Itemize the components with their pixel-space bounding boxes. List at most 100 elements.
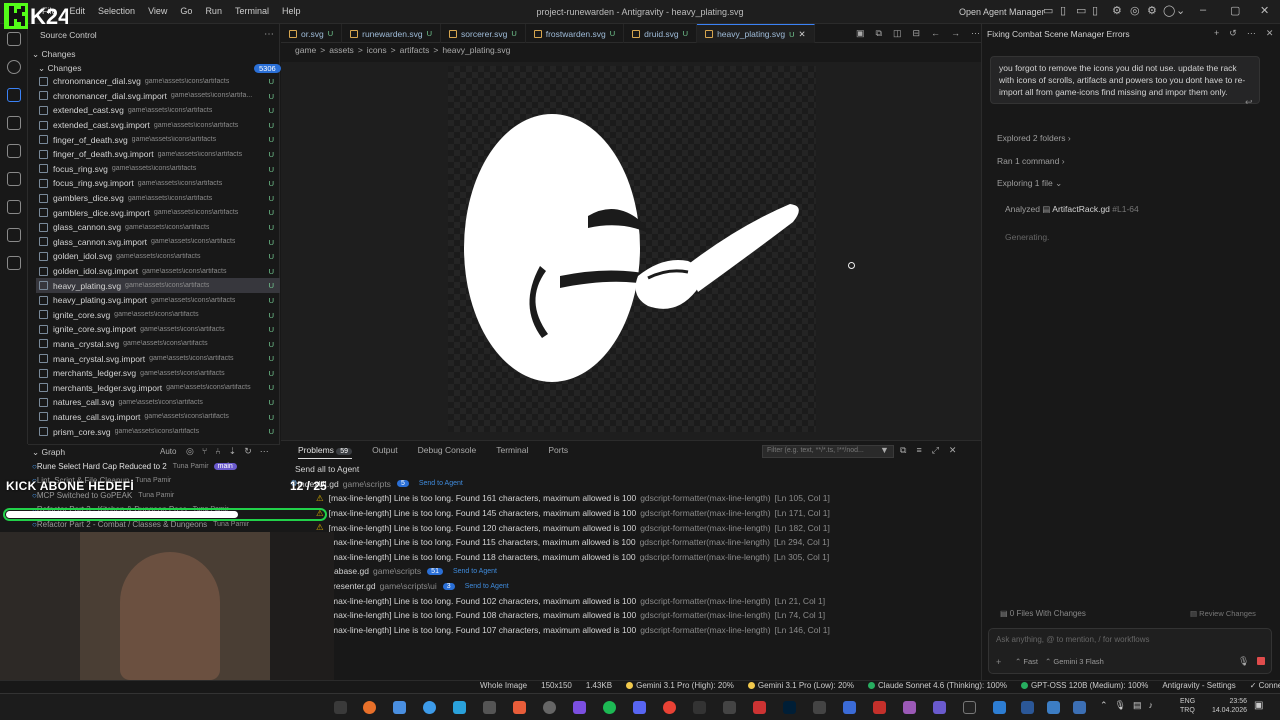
send-to-agent-link[interactable]: Send to Agent [419,480,463,487]
changed-file-row[interactable]: focus_ring.svg game\assets\icons\artifact… [36,162,280,177]
model-selector[interactable]: ⌃ Gemini 3 Flash [1045,657,1104,666]
tab-ports[interactable]: Ports [548,445,568,459]
tab-problems[interactable]: Problems 59 [298,445,353,459]
menu-item-help[interactable]: Help [282,6,301,16]
close-tab-icon[interactable]: ✕ [799,29,806,40]
secondary-sidebar-icon[interactable]: ▯ [1092,4,1098,17]
firefox-icon[interactable] [363,701,376,714]
problem-file-group[interactable]: ⚙ ContentPresenter.gdgame\scripts\ui3Sen… [290,579,970,594]
menu-item-view[interactable]: View [148,6,167,16]
graph-auto-toggle[interactable]: Auto [160,447,176,456]
editor-tab[interactable]: sorcerer.svg U [441,24,526,43]
step-ran-command[interactable]: Ran 1 command › [997,156,1065,166]
changed-file-row[interactable]: ignite_core.svg.import game\assets\icons\… [36,322,280,337]
branch-icon[interactable]: ⑂ [202,446,207,457]
refresh-icon[interactable]: ↻ [244,446,252,457]
minimize-icon[interactable]: – [1200,4,1206,16]
problem-file-group[interactable]: ⚙ IndexUI.gd game\scripts 5 Send to Agent [290,477,970,492]
godot-icon[interactable] [7,228,21,242]
steam-icon[interactable] [543,701,556,714]
tab-debug-console[interactable]: Debug Console [418,445,477,459]
menu-item-go[interactable]: Go [180,6,192,16]
settings-status[interactable]: Antigravity - Settings [1162,681,1235,690]
notification-icon[interactable]: ▣ [1254,700,1263,711]
stop-generation-icon[interactable] [1257,657,1265,665]
telegram-icon[interactable] [453,701,466,714]
antigravity-icon[interactable] [1021,701,1034,714]
files-changed[interactable]: ▤ 0 Files With Changes [1000,609,1086,618]
graph-more-icon[interactable]: ⋯ [260,446,269,457]
menu-item-terminal[interactable]: Terminal [235,6,269,16]
attach-icon[interactable]: + [996,657,1001,667]
changed-file-row[interactable]: heavy_plating.svg game\assets\icons\artif… [36,278,280,293]
app9-icon[interactable] [903,701,916,714]
changed-file-row[interactable]: heavy_plating.svg.import game\assets\icon… [36,293,280,308]
split-icon[interactable]: ◫ [893,28,902,39]
photoshop-icon[interactable] [783,701,796,714]
settings-gear-icon[interactable]: ⚙ [1147,4,1157,17]
changed-file-row[interactable]: prism_core.svg game\assets\icons\artifact… [36,424,280,439]
menu-item-edit[interactable]: Edit [70,6,86,16]
breadcrumb-item[interactable]: artifacts [400,45,430,55]
problem-row[interactable]: ⚠[max-line-length] Line is too long. Fou… [290,623,970,638]
app7-icon[interactable] [843,701,856,714]
problems-filter-input[interactable]: Filter (e.g. text, **/*.ts, !**/nod... [762,445,894,458]
browser-icon[interactable] [423,701,436,714]
model-quota[interactable]: Claude Sonnet 4.6 (Thinking): 100% [867,681,1007,690]
problem-row[interactable]: ⚠[max-line-length] Line is too long. Fou… [290,593,970,608]
problem-file-group[interactable]: ⚙ GameDatabase.gdgame\scripts51Send to A… [290,564,970,579]
language-indicator[interactable]: ENG TRQ [1180,697,1195,715]
editor-tab[interactable]: runewarden.svg U [342,24,442,43]
app13-icon[interactable] [1073,701,1086,714]
microphone-tray-icon[interactable]: 🎙 [1115,700,1126,711]
volume-icon[interactable]: ♪ [1149,700,1154,711]
graph-header[interactable]: ⌄ Graph [32,447,65,458]
app2-icon[interactable] [513,701,526,714]
changed-file-row[interactable]: golden_idol.svg.import game\assets\icons\… [36,264,280,279]
history-icon[interactable]: ↺ [1229,28,1237,39]
network-icon[interactable]: ▤ [1133,700,1142,711]
tab-terminal[interactable]: Terminal [496,445,528,459]
app5-icon[interactable] [753,701,766,714]
problem-row[interactable]: ⚠[max-line-length] Line is too long. Fou… [290,550,970,565]
changed-file-row[interactable]: extended_cast.svg.import game\assets\icon… [36,118,280,133]
changed-file-row[interactable]: focus_ring.svg.import game\assets\icons\a… [36,176,280,191]
clock[interactable]: 23:56 14.04.2026 [1207,697,1247,715]
menu-item-run[interactable]: Run [205,6,222,16]
layout-icon[interactable]: ▭ [1043,4,1053,17]
review-changes-button[interactable]: ▤ Review Changes [1190,609,1256,618]
changes-section-header[interactable]: ⌄ Changes [32,49,76,60]
editor-tab[interactable]: frostwarden.svg U [526,24,625,43]
changed-file-row[interactable]: ignite_core.svg game\assets\icons\artifac… [36,308,280,323]
tray-chevron-icon[interactable]: ⌃ [1100,700,1108,711]
tab-output[interactable]: Output [372,445,398,459]
discord-icon[interactable] [633,701,646,714]
breadcrumb-item[interactable]: heavy_plating.svg [442,45,510,55]
problem-row[interactable]: ⚠[max-line-length] Line is too long. Fou… [290,535,970,550]
changed-file-row[interactable]: mana_crystal.svg.import game\assets\icons… [36,351,280,366]
more-actions-icon[interactable]: ⋯ [264,29,274,40]
changed-file-row[interactable]: merchants_ledger.svg game\assets\icons\ar… [36,366,280,381]
send-to-agent-link[interactable]: Send to Agent [453,568,497,575]
preview-icon[interactable]: ▣ [856,28,865,39]
analyzed-file[interactable]: Analyzed ▤ ArtifactRack.gd #L1-64 [1005,204,1139,215]
go-forward-icon[interactable]: → [951,28,960,39]
close-window-icon[interactable]: ✕ [1260,4,1269,17]
problem-row[interactable]: ⚠[max-line-length] Line is too long. Fou… [290,506,970,521]
app3-icon[interactable] [573,701,586,714]
open-agent-manager-button[interactable]: Open Agent Manager [959,7,1045,17]
docker-icon[interactable] [7,256,21,270]
changed-file-row[interactable]: natures_call.svg.import game\assets\icons… [36,410,280,425]
chat-input[interactable]: Ask anything, @ to mention, / for workfl… [996,635,1150,644]
changed-file-row[interactable]: chronomancer_dial.svg.import game\assets\… [36,89,280,104]
extensions-icon[interactable] [7,172,21,186]
step-exploring[interactable]: Exploring 1 file ⌄ [997,178,1062,189]
chevron-down-icon[interactable]: ⌄ [1176,4,1185,17]
problem-row[interactable]: ⚠[max-line-length] Line is too long. Fou… [290,491,970,506]
app6-icon[interactable] [813,701,826,714]
status-image-mode[interactable]: Whole Image [480,681,527,690]
cube-icon[interactable] [483,701,496,714]
merge-icon[interactable]: ⑃ [215,446,220,457]
editor-tab[interactable]: druid.svg U [624,24,698,43]
commit-row[interactable]: ○ Rune Select Hard Cap Reduced to 2 Tuna … [32,459,278,474]
